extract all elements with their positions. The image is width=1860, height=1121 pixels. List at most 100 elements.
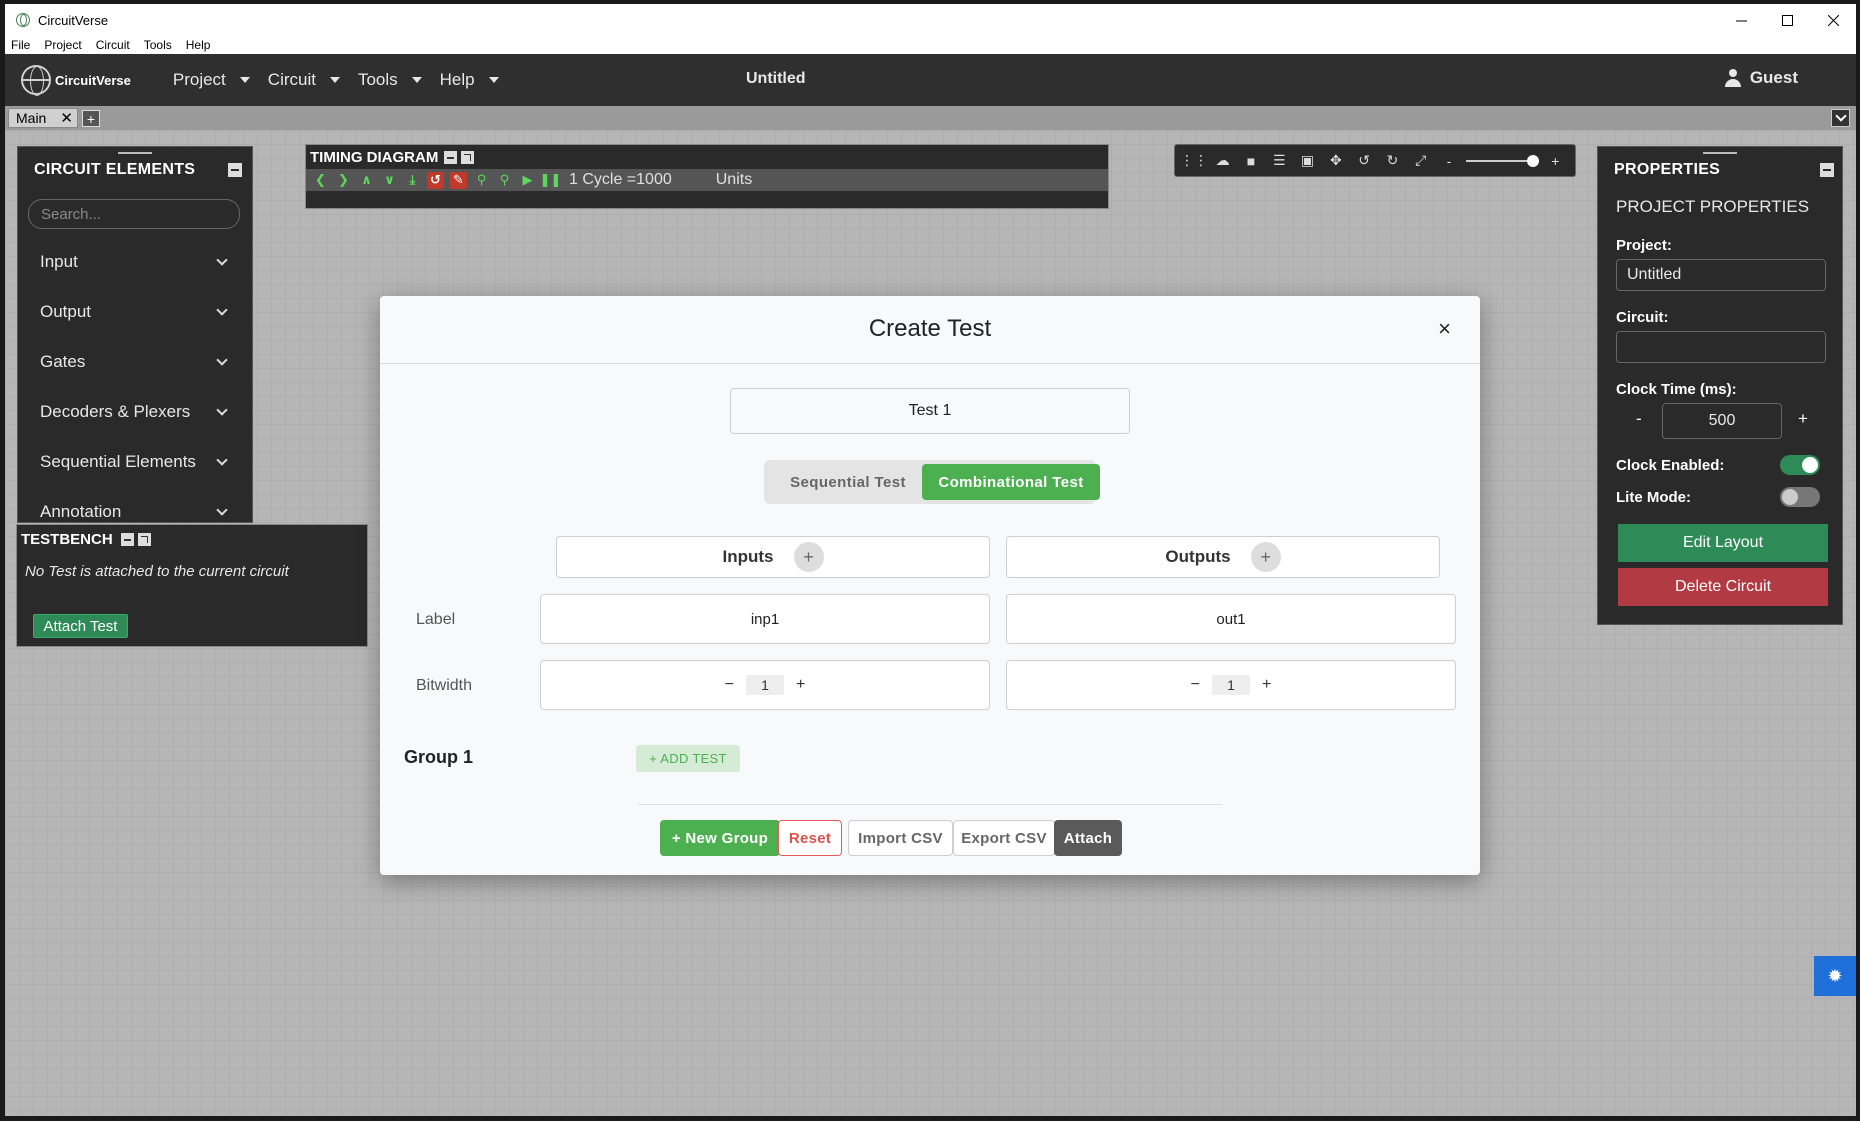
test-name-input[interactable] [730, 388, 1130, 434]
output-label-field[interactable]: out1 [1006, 594, 1456, 644]
fit-icon[interactable]: ✥ [1327, 152, 1344, 170]
caret-down-icon [488, 77, 499, 83]
chevron-down-icon[interactable]: ∨ [381, 172, 398, 189]
tab-main-label: Main [16, 110, 47, 126]
zoom-slider[interactable] [1465, 154, 1539, 167]
lite-mode-toggle[interactable] [1780, 487, 1820, 507]
menu-help[interactable]: Help [186, 38, 211, 52]
decrement-button[interactable]: − [725, 676, 734, 694]
circuit-tabbar: Main ✕ + [5, 106, 1856, 130]
cloud-upload-icon[interactable]: ☁ [1214, 152, 1231, 170]
clock-time-input[interactable]: 500 [1662, 403, 1782, 439]
category-label: Input [40, 252, 78, 271]
chevron-up-icon[interactable]: ∧ [358, 172, 375, 189]
input-label-field[interactable]: inp1 [540, 594, 990, 644]
minimize-panel-button[interactable] [228, 163, 242, 177]
collapse-tabs-button[interactable] [1831, 109, 1850, 127]
circuit-name-input[interactable] [1616, 331, 1826, 363]
edit-layout-button[interactable]: Edit Layout [1618, 524, 1828, 562]
modal-close-button[interactable]: × [1438, 316, 1451, 342]
increment-button[interactable]: + [1262, 676, 1271, 694]
cycle-text[interactable]: 1 Cycle =1000 [569, 171, 672, 189]
decrement-button[interactable]: − [1191, 676, 1200, 694]
sequential-test-button[interactable]: Sequential Test [772, 464, 924, 500]
add-input-button[interactable]: + [793, 542, 824, 572]
nav-circuit[interactable]: Circuit [268, 70, 340, 90]
undo-icon[interactable]: ↺ [1355, 152, 1372, 170]
drag-handle[interactable] [1703, 152, 1737, 154]
reset-button[interactable]: Reset [778, 820, 842, 856]
add-tab-button[interactable]: + [82, 110, 100, 127]
user-menu[interactable]: Guest [1724, 68, 1798, 88]
outputs-label: Outputs [1165, 547, 1231, 566]
nav-project[interactable]: Project [173, 70, 250, 90]
menu-project[interactable]: Project [44, 38, 81, 52]
clock-increment-button[interactable]: + [1798, 409, 1808, 429]
zoom-slider-knob[interactable] [1526, 154, 1539, 167]
drag-handle-icon[interactable]: ⋮⋮ [1180, 152, 1208, 170]
new-group-button[interactable]: + New Group [660, 820, 780, 856]
element-category-input[interactable]: Input [40, 247, 230, 277]
globe-icon [21, 65, 51, 96]
fullscreen-icon[interactable]: ⤢ [1412, 152, 1429, 170]
element-category-output[interactable]: Output [40, 297, 230, 327]
project-title[interactable]: Untitled [746, 70, 806, 88]
menu-file[interactable]: File [11, 38, 30, 52]
chevron-down-icon [216, 253, 228, 266]
close-window-button[interactable] [1810, 4, 1856, 36]
attach-test-button[interactable]: Attach Test [33, 614, 128, 638]
save-icon[interactable]: ■ [1242, 152, 1259, 170]
output-bitwidth-value[interactable]: 1 [1212, 675, 1250, 695]
play-icon[interactable]: ▶ [519, 172, 536, 189]
delete-circuit-button[interactable]: Delete Circuit [1618, 568, 1828, 606]
element-category-gates[interactable]: Gates [40, 347, 230, 377]
maximize-window-button[interactable] [1764, 4, 1810, 36]
add-test-button[interactable]: + ADD TEST [636, 745, 740, 772]
bug-report-button[interactable]: ✹ [1814, 956, 1856, 996]
clock-decrement-button[interactable]: - [1636, 409, 1642, 429]
delete-icon[interactable]: ☰ [1271, 152, 1288, 170]
zoom-in-icon[interactable]: + [1547, 152, 1564, 170]
zoom-out-icon[interactable]: ⚲ [496, 172, 513, 189]
chevron-left-icon[interactable]: ❮ [312, 172, 329, 189]
image-icon[interactable]: ▣ [1299, 152, 1316, 170]
group-title: Group 1 [404, 747, 474, 767]
combinational-test-button[interactable]: Combinational Test [922, 464, 1100, 500]
attach-button[interactable]: Attach [1054, 820, 1122, 856]
redo-icon[interactable]: ↻ [1384, 152, 1401, 170]
element-category-annotation[interactable]: Annotation [40, 497, 230, 522]
add-output-button[interactable]: + [1250, 542, 1281, 572]
popout-icon[interactable] [137, 533, 151, 546]
clock-enabled-toggle[interactable] [1780, 455, 1820, 475]
circuitverse-logo[interactable]: CircuitVerse [21, 65, 131, 96]
export-csv-button[interactable]: Export CSV [953, 820, 1055, 856]
pause-icon[interactable]: ❚❚ [540, 172, 562, 189]
caret-down-icon [329, 77, 340, 83]
pencil-icon[interactable]: ✎ [450, 171, 467, 189]
project-name-input[interactable]: Untitled [1616, 259, 1826, 291]
tab-main[interactable]: Main ✕ [8, 108, 78, 128]
increment-button[interactable]: + [796, 676, 805, 694]
popout-icon[interactable] [461, 151, 475, 164]
drag-handle[interactable] [118, 152, 152, 154]
zoom-out-icon[interactable]: - [1440, 152, 1457, 170]
chevron-right-icon[interactable]: ❯ [335, 172, 352, 189]
zoom-in-icon[interactable]: ⚲ [473, 172, 490, 189]
nav-help[interactable]: Help [440, 70, 499, 90]
menu-circuit[interactable]: Circuit [96, 38, 130, 52]
minimize-icon[interactable] [444, 151, 458, 164]
search-input[interactable] [28, 199, 240, 229]
download-icon[interactable]: ⤓ [404, 172, 421, 189]
reset-icon[interactable]: ↺ [427, 171, 444, 189]
minimize-window-button[interactable] [1718, 4, 1764, 36]
nav-tools[interactable]: Tools [358, 70, 422, 90]
minimize-panel-button[interactable] [1820, 163, 1834, 177]
minimize-icon[interactable] [120, 533, 134, 546]
input-bitwidth-value[interactable]: 1 [746, 675, 784, 695]
import-csv-button[interactable]: Import CSV [848, 820, 953, 856]
menu-tools[interactable]: Tools [144, 38, 172, 52]
testbench-message: No Test is attached to the current circu… [25, 563, 289, 580]
element-category-decoders-plexers[interactable]: Decoders & Plexers [40, 397, 230, 427]
element-category-sequential[interactable]: Sequential Elements [40, 447, 230, 477]
tab-close-icon[interactable]: ✕ [60, 109, 73, 127]
